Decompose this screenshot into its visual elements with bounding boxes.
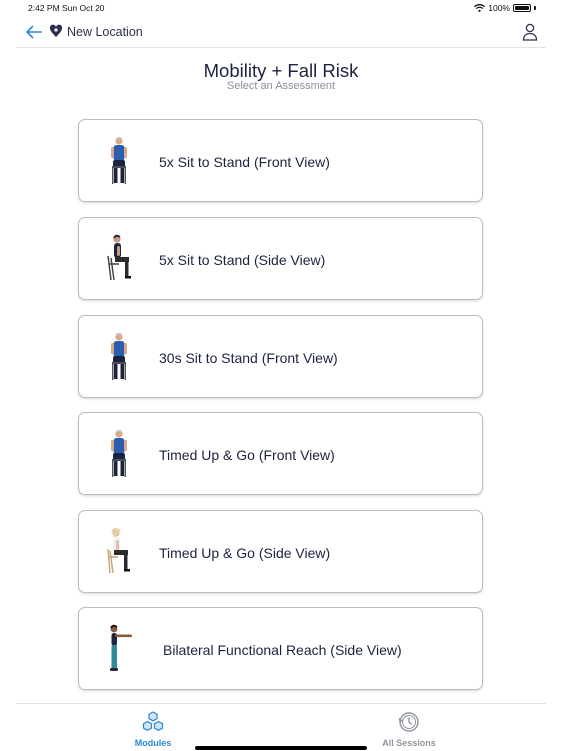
location-label[interactable]: New Location <box>67 25 143 39</box>
page-title: Mobility + Fall Risk <box>203 60 359 81</box>
nav-divider <box>16 47 546 48</box>
nav-bar: New Location <box>0 18 562 48</box>
assessment-label: Timed Up & Go (Side View) <box>159 545 331 561</box>
profile-icon[interactable] <box>522 23 538 41</box>
tab-bar: Modules All Sessions <box>16 703 546 751</box>
location-pin-icon <box>49 24 63 37</box>
tab-modules[interactable]: Modules <box>108 710 198 748</box>
status-right: 100% <box>474 3 536 13</box>
wifi-icon <box>474 4 486 12</box>
assessment-card-5x-sit-to-stand-front[interactable]: 5x Sit to Stand (Front View) <box>78 119 483 202</box>
back-arrow-icon[interactable] <box>24 22 44 42</box>
battery-percent: 100% <box>488 3 510 13</box>
assessment-label: 5x Sit to Stand (Side View) <box>159 252 326 268</box>
status-date: Sun Oct 20 <box>62 3 105 13</box>
seated-front-figure-icon <box>111 429 127 477</box>
seated-side-woman-figure-icon <box>107 527 130 574</box>
seated-front-figure-icon <box>111 136 127 184</box>
standing-reach-figure-icon <box>110 624 132 671</box>
status-time: 2:42 PM <box>28 3 60 13</box>
assessment-card-5x-sit-to-stand-side[interactable]: 5x Sit to Stand (Side View) <box>78 217 483 300</box>
seated-front-figure-icon <box>111 332 127 380</box>
assessment-card-bilateral-functional-reach[interactable]: Bilateral Functional Reach (Side View) <box>78 607 483 690</box>
tab-all-sessions[interactable]: All Sessions <box>364 710 454 748</box>
assessment-card-timed-up-go-side[interactable]: Timed Up & Go (Side View) <box>78 510 483 593</box>
tab-label: Modules <box>134 738 172 748</box>
status-bar: 2:42 PM Sun Oct 20 100% <box>0 0 562 16</box>
history-clock-icon <box>398 712 419 732</box>
assessment-card-timed-up-go-front[interactable]: Timed Up & Go (Front View) <box>78 412 483 495</box>
battery-icon <box>513 4 531 12</box>
seated-side-figure-icon <box>107 234 131 281</box>
assessment-label: Timed Up & Go (Front View) <box>159 447 335 463</box>
page-subtitle: Select an Assessment <box>226 80 336 92</box>
assessment-label: Bilateral Functional Reach (Side View) <box>163 642 402 658</box>
assessment-card-30s-sit-to-stand-front[interactable]: 30s Sit to Stand (Front View) <box>78 315 483 398</box>
assessment-label: 5x Sit to Stand (Front View) <box>159 154 330 170</box>
home-indicator <box>195 746 367 750</box>
cubes-icon <box>142 711 164 731</box>
tab-label: All Sessions <box>382 738 436 748</box>
assessment-label: 30s Sit to Stand (Front View) <box>159 350 338 366</box>
